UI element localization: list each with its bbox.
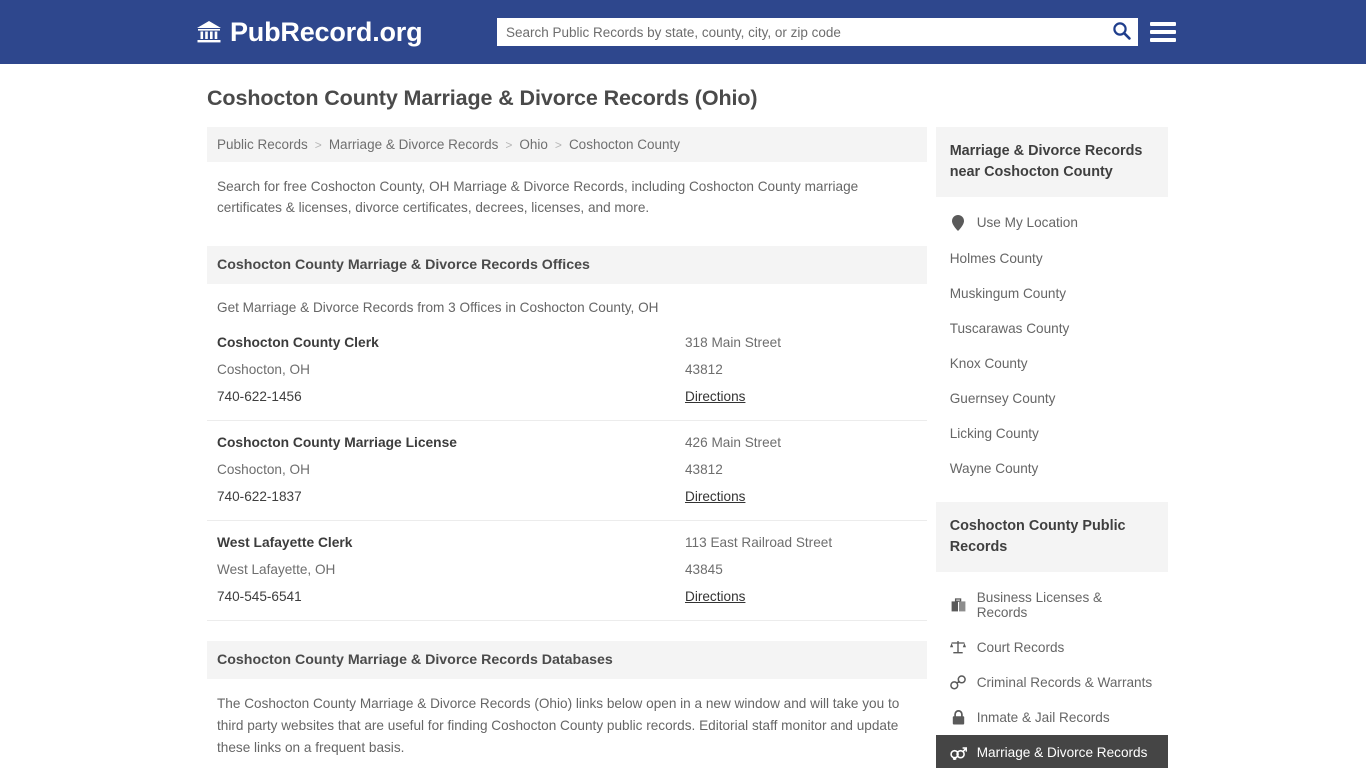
office-name: Coshocton County Marriage License [217, 435, 457, 451]
sidebar-item-muskingum-county[interactable]: Muskingum County [936, 276, 1168, 311]
office-street: 113 East Railroad Street [685, 535, 833, 551]
sidebar-item-label: Marriage & Divorce Records [976, 744, 1148, 760]
search-input[interactable] [497, 19, 1104, 45]
breadcrumb-item-1[interactable]: Marriage & Divorce Records [329, 137, 499, 152]
breadcrumb-separator: > [314, 137, 322, 152]
database-item: Coshocton County Court of Common Pleas M… [207, 759, 927, 768]
sidebar-item-tuscarawas-county[interactable]: Tuscarawas County [936, 311, 1168, 346]
search-bar[interactable] [497, 18, 1138, 46]
sidebar-item-label: Business Licenses & Records [976, 589, 1103, 620]
sidebar-item-court-records[interactable]: Court Records [936, 630, 1168, 665]
sidebar-item-marriage-divorce-records[interactable]: Marriage & Divorce Records [935, 734, 1168, 768]
databases-section-heading: Coshocton County Marriage & Divorce Reco… [207, 641, 927, 680]
office-right: 426 Main Street 43812 Directions [685, 435, 917, 504]
sidebar-item-use-my-location[interactable]: Use My Location [936, 205, 1168, 241]
office-city-state: West Lafayette, OH [217, 562, 336, 578]
page-title: Coshocton County Marriage & Divorce Reco… [207, 86, 758, 110]
sidebar-item-wayne-county[interactable]: Wayne County [936, 451, 1168, 486]
bank-building-icon [196, 20, 222, 44]
breadcrumb: Public Records > Marriage & Divorce Reco… [207, 127, 927, 162]
office-row: West Lafayette Clerk West Lafayette, OH … [207, 521, 927, 622]
site-logo-text: PubRecord.org [230, 16, 423, 47]
offices-section-heading: Coshocton County Marriage & Divorce Reco… [207, 246, 927, 285]
office-right: 318 Main Street 43812 Directions [685, 335, 917, 404]
sidebar-item-holmes-county[interactable]: Holmes County [936, 241, 1168, 276]
hamburger-menu-icon[interactable] [1150, 19, 1176, 45]
lock-icon [950, 709, 967, 725]
sidebar-item-label: Use My Location [976, 215, 1078, 231]
search-button[interactable] [1104, 18, 1138, 46]
office-street: 426 Main Street [685, 435, 781, 451]
offices-section-subheading: Get Marriage & Divorce Records from 3 Of… [217, 300, 659, 316]
breadcrumb-item-3[interactable]: Coshocton County [569, 137, 680, 152]
sidebar-item-criminal-records[interactable]: Criminal Records & Warrants [936, 665, 1168, 700]
map-pin-icon [950, 214, 967, 231]
office-name: Coshocton County Clerk [217, 335, 379, 351]
page-intro-text: Search for free Coshocton County, OH Mar… [217, 179, 859, 216]
office-phone[interactable]: 740-622-1456 [217, 389, 685, 404]
gender-symbols-icon [949, 745, 967, 760]
sidebar-item-label: Tuscarawas County [949, 320, 1070, 336]
sidebar-item-label: Guernsey County [949, 390, 1056, 406]
briefcase-icon [950, 597, 967, 612]
directions-link[interactable]: Directions [685, 589, 917, 604]
office-name: West Lafayette Clerk [217, 535, 353, 551]
sidebar-nearby-heading: Marriage & Divorce Records near Coshocto… [935, 127, 1168, 197]
sidebar-item-label: Knox County [949, 355, 1028, 371]
handcuffs-icon [950, 674, 967, 690]
sidebar-public-records-list: Business Licenses & Records Court Record… [935, 580, 1168, 768]
sidebar-public-records-heading: Coshocton County Public Records [935, 501, 1168, 572]
breadcrumb-item-0[interactable]: Public Records [217, 137, 308, 152]
office-city-state: Coshocton, OH [217, 362, 310, 378]
scales-of-justice-icon [950, 640, 967, 654]
search-icon [1112, 21, 1131, 43]
sidebar-item-label: Inmate & Jail Records [976, 709, 1110, 725]
office-zip: 43812 [685, 362, 723, 378]
office-phone[interactable]: 740-545-6541 [217, 589, 685, 604]
sidebar-item-label: Court Records [976, 639, 1065, 655]
breadcrumb-separator: > [554, 137, 562, 152]
office-zip: 43812 [685, 462, 723, 478]
sidebar-item-label: Criminal Records & Warrants [976, 674, 1153, 690]
sidebar-item-licking-county[interactable]: Licking County [936, 416, 1168, 451]
sidebar-item-label: Wayne County [949, 460, 1039, 476]
office-left: Coshocton County Clerk Coshocton, OH 740… [217, 335, 685, 404]
databases-description: The Coshocton County Marriage & Divorce … [217, 696, 900, 756]
sidebar-item-guernsey-county[interactable]: Guernsey County [936, 381, 1168, 416]
site-header: PubRecord.org [0, 0, 1366, 64]
office-left: Coshocton County Marriage License Coshoc… [217, 435, 685, 504]
office-phone[interactable]: 740-622-1837 [217, 489, 685, 504]
office-street: 318 Main Street [685, 335, 781, 351]
directions-link[interactable]: Directions [685, 489, 917, 504]
office-zip: 43845 [685, 562, 723, 578]
sidebar-item-knox-county[interactable]: Knox County [936, 346, 1168, 381]
sidebar-item-label: Holmes County [949, 250, 1043, 266]
sidebar-nearby-list: Use My Location Holmes County Muskingum … [936, 205, 1168, 486]
office-city-state: Coshocton, OH [217, 462, 310, 478]
main-content: Public Records > Marriage & Divorce Reco… [207, 127, 927, 768]
sidebar-item-label: Muskingum County [949, 285, 1067, 301]
office-right: 113 East Railroad Street 43845 Direction… [685, 535, 917, 604]
office-row: Coshocton County Clerk Coshocton, OH 740… [207, 321, 927, 422]
breadcrumb-separator: > [505, 137, 513, 152]
office-row: Coshocton County Marriage License Coshoc… [207, 421, 927, 522]
office-left: West Lafayette Clerk West Lafayette, OH … [217, 535, 685, 604]
sidebar-item-label: Licking County [949, 425, 1039, 441]
breadcrumb-item-2[interactable]: Ohio [519, 137, 548, 152]
sidebar-item-business-licenses[interactable]: Business Licenses & Records [936, 580, 1168, 630]
site-logo[interactable]: PubRecord.org [196, 16, 423, 48]
sidebar-item-inmate-jail-records[interactable]: Inmate & Jail Records [936, 700, 1168, 735]
directions-link[interactable]: Directions [685, 389, 917, 404]
sidebar: Marriage & Divorce Records near Coshocto… [935, 127, 1168, 768]
